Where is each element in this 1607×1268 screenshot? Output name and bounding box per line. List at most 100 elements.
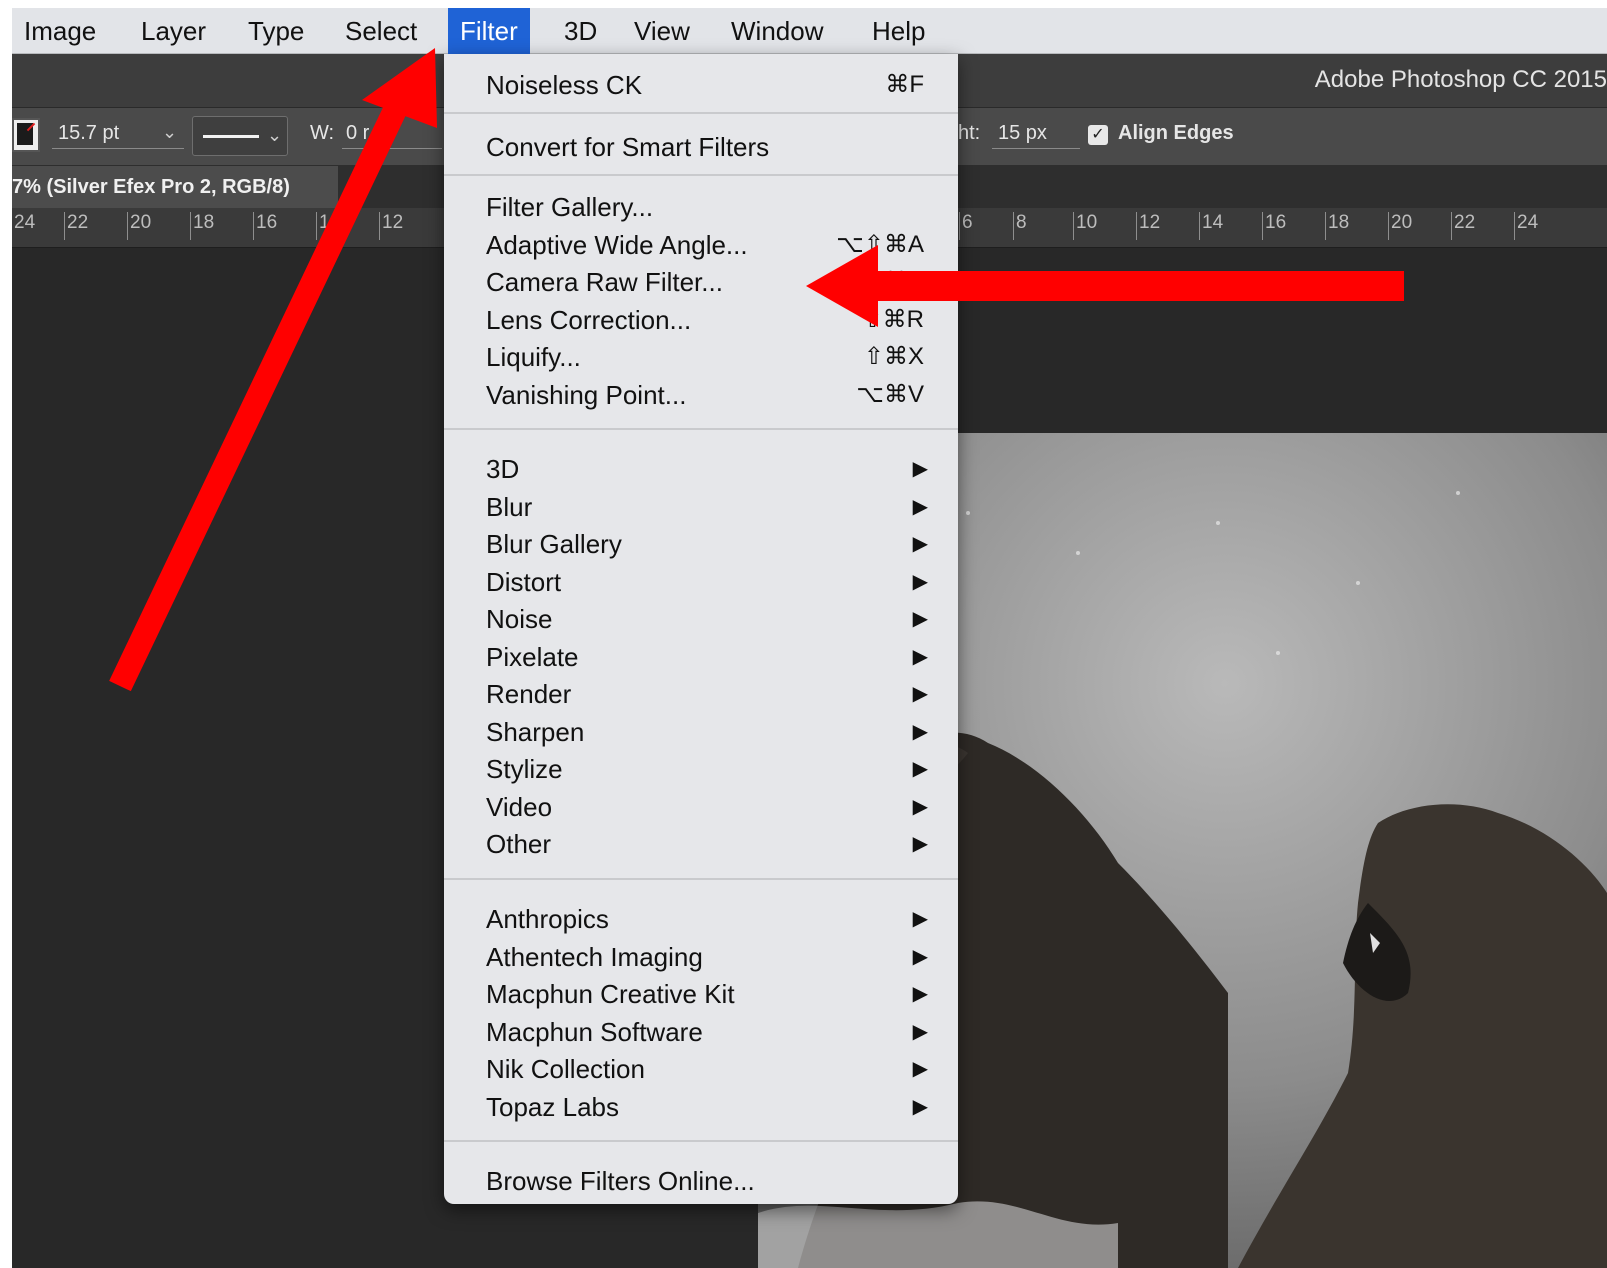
menu-item-label: Pixelate — [486, 642, 579, 672]
align-edges-checkbox[interactable]: ✓ — [1088, 125, 1108, 145]
ruler-tick: 6 — [959, 212, 973, 240]
submenu-blur-gallery[interactable]: Blur Gallery ▶ — [444, 525, 958, 563]
chevron-down-icon[interactable]: ⌄ — [162, 122, 177, 143]
menu-item-liquify[interactable]: Liquify... ⇧⌘X — [444, 338, 958, 376]
align-edges-label: Align Edges — [1118, 122, 1234, 144]
menu-item-lens-correction[interactable]: Lens Correction... ⇧⌘R — [444, 301, 958, 339]
submenu-arrow-icon: ▶ — [912, 458, 928, 480]
submenu-arrow-icon: ▶ — [912, 983, 928, 1005]
submenu-anthropics[interactable]: Anthropics ▶ — [444, 900, 958, 938]
ruler-tick: 24 — [1513, 212, 1539, 240]
ruler-tick: 16 — [252, 212, 278, 240]
submenu-macphun-software[interactable]: Macphun Software ▶ — [444, 1013, 958, 1051]
menu-item-label: Noiseless CK — [486, 70, 643, 100]
menu-window[interactable]: Window — [719, 8, 835, 54]
menu-item-label: Distort — [486, 567, 562, 597]
stroke-size-underline — [52, 148, 184, 149]
ruler-tick: 18 — [189, 212, 215, 240]
submenu-other[interactable]: Other ▶ — [444, 825, 958, 863]
ruler-tick: 12 — [378, 212, 404, 240]
menu-item-vanishing-point[interactable]: Vanishing Point... ⌥⌘V — [444, 376, 958, 414]
submenu-arrow-icon: ▶ — [912, 571, 928, 593]
app-title: Adobe Photoshop CC 2015 — [1314, 66, 1607, 93]
menu-separator — [444, 1140, 958, 1142]
submenu-sharpen[interactable]: Sharpen ▶ — [444, 713, 958, 751]
submenu-blur[interactable]: Blur ▶ — [444, 488, 958, 526]
ruler-tick: 20 — [126, 212, 152, 240]
menu-item-browse-filters-online[interactable]: Browse Filters Online... — [444, 1162, 958, 1200]
submenu-distort[interactable]: Distort ▶ — [444, 563, 958, 601]
menu-item-camera-raw-filter[interactable]: Camera Raw Filter... ⇧⌘A — [444, 263, 958, 301]
submenu-arrow-icon: ▶ — [912, 758, 928, 780]
menu-layer[interactable]: Layer — [129, 8, 218, 54]
menu-item-label: Stylize — [486, 754, 563, 784]
shortcut-label: ⇧⌘R — [862, 306, 924, 333]
submenu-video[interactable]: Video ▶ — [444, 788, 958, 826]
ruler-tick: 1 — [316, 212, 330, 240]
menu-item-label: Anthropics — [486, 904, 609, 934]
shortcut-label: ⇧⌘A — [863, 268, 924, 295]
menu-image[interactable]: Image — [12, 8, 108, 54]
menu-help[interactable]: Help — [860, 8, 937, 54]
ruler-tick: 8 — [1013, 212, 1027, 240]
submenu-arrow-icon: ▶ — [912, 683, 928, 705]
document-tab[interactable]: 7% (Silver Efex Pro 2, RGB/8) — [12, 166, 338, 208]
menu-separator — [444, 428, 958, 430]
submenu-arrow-icon: ▶ — [912, 796, 928, 818]
submenu-arrow-icon: ▶ — [912, 608, 928, 630]
ruler-tick: 24 — [14, 212, 36, 233]
menu-item-filter-gallery[interactable]: Filter Gallery... — [444, 188, 958, 226]
submenu-noise[interactable]: Noise ▶ — [444, 600, 958, 638]
ruler-tick: 20 — [1387, 212, 1413, 240]
submenu-macphun-creative-kit[interactable]: Macphun Creative Kit ▶ — [444, 975, 958, 1013]
menu-3d[interactable]: 3D — [552, 8, 609, 54]
width-field[interactable]: 0 r — [346, 122, 369, 145]
stroke-size-value[interactable]: 15.7 pt — [58, 122, 119, 145]
stroke-type-select[interactable]: ⌄ — [192, 116, 288, 156]
menu-item-label: 3D — [486, 454, 520, 484]
submenu-topaz-labs[interactable]: Topaz Labs ▶ — [444, 1088, 958, 1126]
menu-item-label: Adaptive Wide Angle... — [486, 230, 748, 260]
menu-item-adaptive-wide-angle[interactable]: Adaptive Wide Angle... ⌥⇧⌘A — [444, 226, 958, 264]
ruler-tick: 22 — [63, 212, 89, 240]
ruler-tick: 10 — [1072, 212, 1098, 240]
menu-item-label: Blur Gallery — [486, 529, 622, 559]
submenu-3d[interactable]: 3D ▶ — [444, 450, 958, 488]
menu-separator — [444, 112, 958, 114]
menu-item-label: Render — [486, 679, 572, 709]
submenu-nik-collection[interactable]: Nik Collection ▶ — [444, 1050, 958, 1088]
submenu-render[interactable]: Render ▶ — [444, 675, 958, 713]
width-underline — [342, 148, 442, 149]
submenu-pixelate[interactable]: Pixelate ▶ — [444, 638, 958, 676]
menu-separator — [444, 878, 958, 880]
submenu-arrow-icon: ▶ — [912, 646, 928, 668]
menu-item-label: Macphun Software — [486, 1017, 703, 1047]
height-field[interactable]: 15 px — [998, 122, 1047, 145]
shortcut-label: ⌥⌘V — [856, 381, 924, 408]
width-label: W: — [310, 122, 335, 144]
menu-item-noiseless-ck[interactable]: Noiseless CK ⌘F — [444, 66, 958, 104]
submenu-arrow-icon: ▶ — [912, 1058, 928, 1080]
stroke-swatch-icon[interactable] — [12, 118, 40, 152]
menu-view[interactable]: View — [622, 8, 702, 54]
ruler-tick: 12 — [1135, 212, 1161, 240]
menu-item-label: Liquify... — [486, 342, 581, 372]
menu-bar: Image Layer Type Select Filter 3D View W… — [12, 8, 1607, 54]
chevron-down-icon: ⌄ — [267, 125, 283, 145]
menu-filter[interactable]: Filter — [448, 8, 530, 54]
menu-item-label: Camera Raw Filter... — [486, 267, 723, 297]
shortcut-label: ⇧⌘X — [863, 343, 924, 370]
menu-item-convert-smart-filters[interactable]: Convert for Smart Filters — [444, 128, 958, 166]
submenu-athentech-imaging[interactable]: Athentech Imaging ▶ — [444, 938, 958, 976]
menu-item-label: Blur — [486, 492, 533, 522]
menu-item-label: Vanishing Point... — [486, 380, 687, 410]
menu-type[interactable]: Type — [236, 8, 316, 54]
submenu-arrow-icon: ▶ — [912, 833, 928, 855]
submenu-stylize[interactable]: Stylize ▶ — [444, 750, 958, 788]
photoshop-window: Image Layer Type Select Filter 3D View W… — [12, 8, 1607, 1268]
menu-item-label: Sharpen — [486, 717, 585, 747]
submenu-arrow-icon: ▶ — [912, 721, 928, 743]
menu-item-label: Noise — [486, 604, 553, 634]
menu-select[interactable]: Select — [333, 8, 429, 54]
menu-item-label: Lens Correction... — [486, 305, 692, 335]
